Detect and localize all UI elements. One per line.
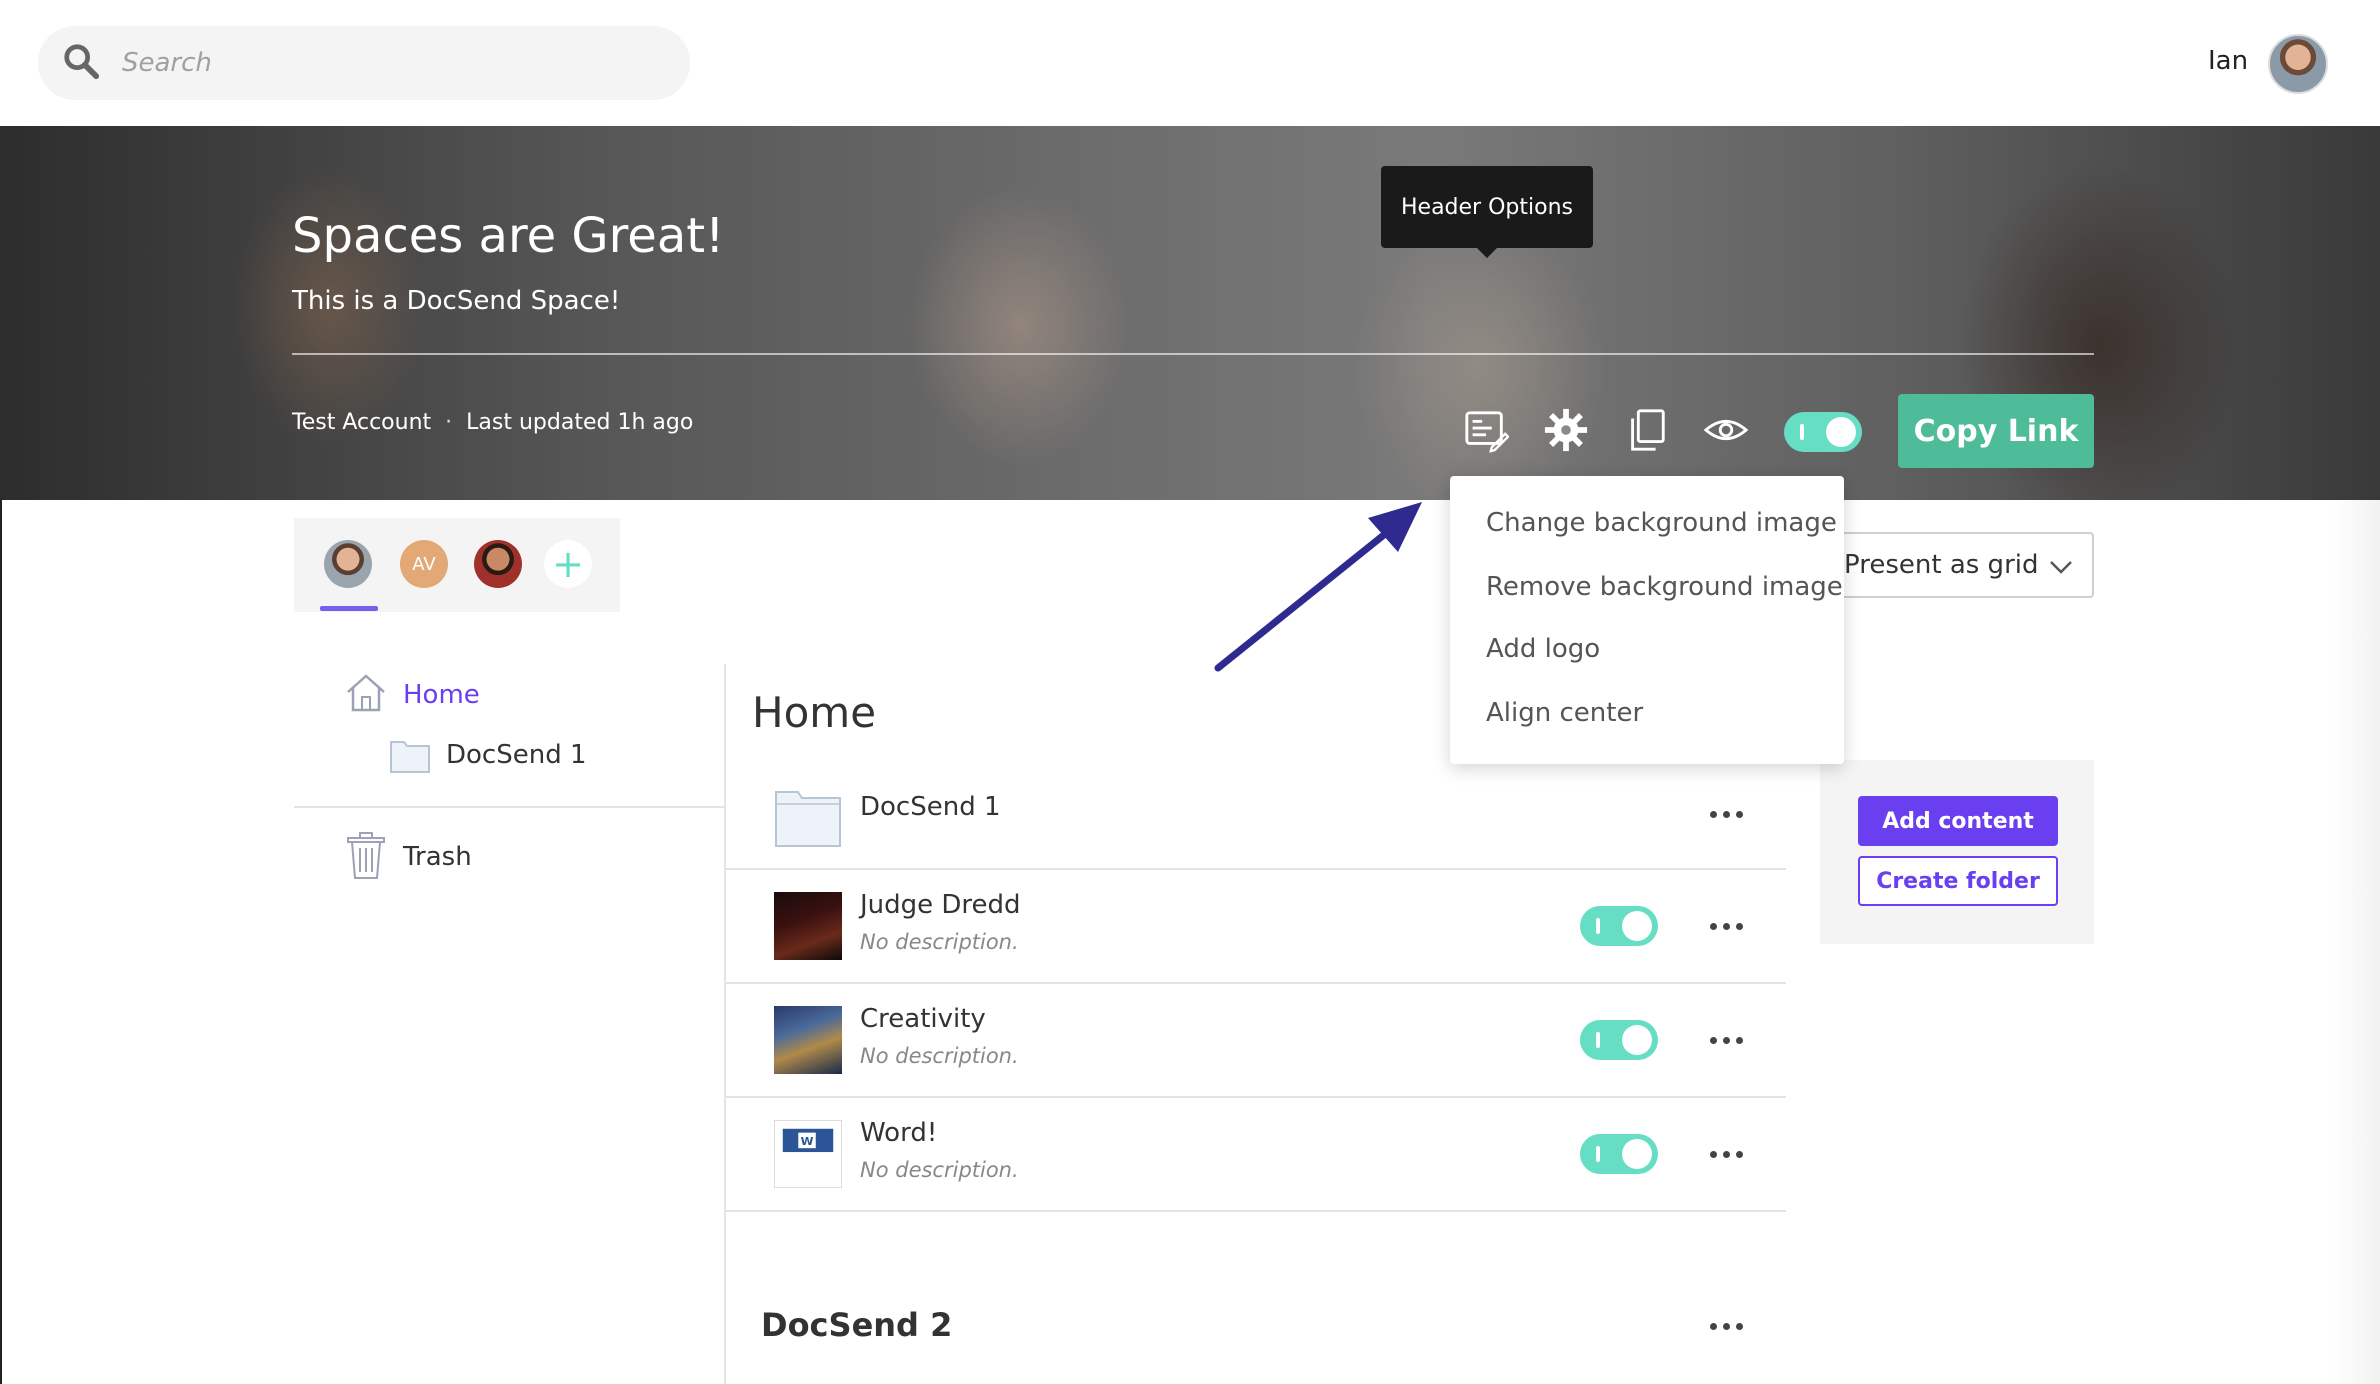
document-thumbnail <box>774 892 842 960</box>
present-as-select[interactable]: Present as grid <box>1820 532 2094 598</box>
eye-icon[interactable] <box>1702 406 1750 454</box>
copy-link-button[interactable]: Copy Link <box>1898 394 2094 468</box>
row-title[interactable]: DocSend 1 <box>860 792 1001 822</box>
content-row[interactable]: Judge Dredd No description. <box>726 870 1786 984</box>
user-name[interactable]: Ian <box>2208 46 2248 76</box>
header-options-menu: Change background image Remove backgroun… <box>1450 476 1844 764</box>
content-row[interactable]: Creativity No description. <box>726 984 1786 1098</box>
menu-item-add-logo[interactable]: Add logo <box>1486 634 1600 664</box>
chevron-down-icon <box>2050 561 2072 574</box>
row-title[interactable]: Creativity <box>860 1004 986 1034</box>
sidebar-item-home[interactable]: Home <box>403 680 480 710</box>
member-avatar[interactable] <box>324 540 372 588</box>
account-name: Test Account <box>292 410 432 435</box>
more-icon[interactable] <box>1706 804 1746 824</box>
content-row[interactable]: DocSend 1 <box>726 756 1786 870</box>
add-member-button[interactable]: + <box>544 540 592 588</box>
row-description: No description. <box>860 1158 1019 1182</box>
folder-icon[interactable] <box>388 734 432 778</box>
row-title[interactable]: Word! <box>860 1118 937 1148</box>
more-icon[interactable] <box>1706 1144 1746 1164</box>
member-avatar[interactable]: AV <box>400 540 448 588</box>
member-avatar[interactable] <box>474 540 522 588</box>
present-as-label: Present as grid <box>1844 550 2039 580</box>
more-icon[interactable] <box>1706 1316 1746 1336</box>
home-icon[interactable] <box>344 670 388 714</box>
space-title: Spaces are Great! <box>292 208 725 264</box>
add-content-button[interactable]: Add content <box>1858 796 2058 846</box>
sidebar-item-docsend-1[interactable]: DocSend 1 <box>446 740 587 770</box>
header-options-tooltip: Header Options <box>1381 166 1593 258</box>
page-title: Home <box>752 688 877 737</box>
content-row[interactable]: W Word! No description. <box>726 1098 1786 1212</box>
search-box[interactable] <box>38 26 690 100</box>
create-folder-button[interactable]: Create folder <box>1858 856 2058 906</box>
row-title[interactable]: Judge Dredd <box>860 890 1021 920</box>
actions-panel: Add content Create folder <box>1820 760 2094 944</box>
section-title-docsend-2[interactable]: DocSend 2 <box>761 1306 952 1344</box>
search-input[interactable] <box>122 48 662 78</box>
row-description: No description. <box>860 930 1019 954</box>
sidebar-divider <box>294 806 724 808</box>
member-selected-indicator <box>320 606 378 611</box>
trash-icon[interactable] <box>346 832 386 880</box>
row-toggle[interactable] <box>1580 906 1658 946</box>
search-icon <box>62 42 100 84</box>
space-meta: Test Account · Last updated 1h ago <box>292 410 693 435</box>
word-document-thumbnail: W <box>774 1120 842 1188</box>
folder-icon <box>774 782 842 850</box>
members-bar: AV + <box>294 518 620 612</box>
annotation-arrow <box>1214 502 1422 672</box>
sidebar-item-trash[interactable]: Trash <box>403 842 472 872</box>
header-options-icon[interactable] <box>1462 406 1510 454</box>
row-description: No description. <box>860 1044 1019 1068</box>
gear-icon[interactable] <box>1542 406 1590 454</box>
copy-icon[interactable] <box>1622 406 1670 454</box>
svg-text:W: W <box>801 1134 814 1148</box>
menu-item-remove-background[interactable]: Remove background image <box>1486 572 1843 602</box>
meta-separator: · <box>445 410 453 435</box>
more-icon[interactable] <box>1706 916 1746 936</box>
more-icon[interactable] <box>1706 1030 1746 1050</box>
document-thumbnail <box>774 1006 842 1074</box>
row-toggle[interactable] <box>1580 1020 1658 1060</box>
header-divider <box>292 353 2094 355</box>
row-toggle[interactable] <box>1580 1134 1658 1174</box>
user-avatar[interactable] <box>2268 34 2328 94</box>
menu-item-align-center[interactable]: Align center <box>1486 698 1643 728</box>
space-visibility-toggle[interactable] <box>1784 412 1862 452</box>
menu-item-change-background[interactable]: Change background image <box>1486 508 1837 538</box>
edge-shadow <box>2330 500 2380 1384</box>
last-updated: Last updated 1h ago <box>466 410 694 435</box>
space-subtitle: This is a DocSend Space! <box>292 286 621 316</box>
